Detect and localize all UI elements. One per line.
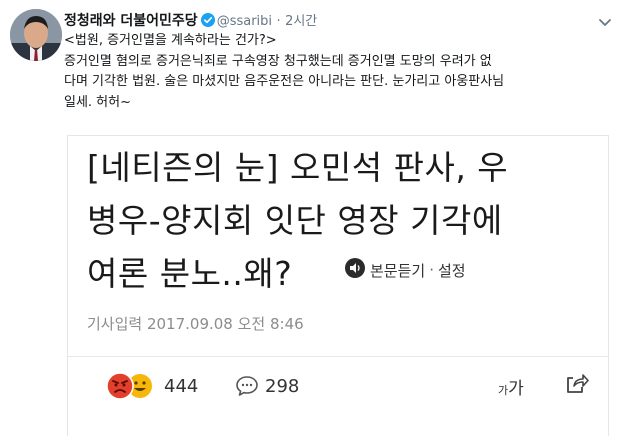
settings-button[interactable]: 설정 bbox=[438, 260, 466, 281]
separator-dot: · bbox=[276, 14, 281, 29]
font-size-button[interactable]: 가가 bbox=[498, 374, 524, 399]
author-name[interactable]: 정청래와 더불어민주당 bbox=[64, 13, 198, 29]
comment-bubble-icon bbox=[236, 376, 258, 396]
tweet-text-line: 증거인멸 혐의로 증거은닉죄로 구속영장 청구했는데 증거인멸 도망의 우려가 … bbox=[64, 53, 492, 69]
comment-button[interactable]: 298 bbox=[235, 369, 299, 403]
tweet-timestamp[interactable]: 2시간 bbox=[285, 14, 317, 29]
tweet-text-line: 다며 기각한 법원. 술은 마셨지만 음주운전은 아니라는 판단. 눈가리고 아… bbox=[64, 74, 505, 89]
tweet-header: 정청래와 더불어민주당 @ssaribi · 2시간 bbox=[64, 10, 594, 32]
tweet-text-line: 일세. 허허~ bbox=[64, 94, 131, 110]
tweet-text: <법원, 증거인멸을 계속하라는 건가?> 증거인멸 혐의로 증거은닉죄로 구속… bbox=[64, 31, 612, 113]
comment-count: 298 bbox=[265, 375, 300, 397]
reaction-count: 444 bbox=[164, 375, 199, 397]
tweet-menu-chevron-icon[interactable] bbox=[598, 13, 612, 32]
share-icon[interactable] bbox=[564, 370, 590, 400]
listen-button[interactable]: 본문듣기 bbox=[370, 260, 425, 281]
reaction-button[interactable]: 444 bbox=[102, 369, 198, 403]
avatar-photo bbox=[10, 9, 62, 61]
article-timestamp: 기사입력 2017.09.08 오전 8:46 bbox=[87, 315, 304, 333]
author-handle[interactable]: @ssaribi bbox=[217, 14, 272, 29]
headline-line: 여론 분노..왜? bbox=[87, 254, 293, 293]
tweet-text-line: <법원, 증거인멸을 계속하라는 건가?> bbox=[64, 33, 277, 48]
listen-separator: · bbox=[429, 261, 434, 279]
article-screenshot-card[interactable]: [네티즌의 눈] 오민석 판사, 우 병우-양지회 잇단 영장 기각에 여론 분… bbox=[67, 135, 609, 436]
author-avatar[interactable] bbox=[10, 9, 62, 61]
angry-happy-emoji-icon bbox=[106, 372, 152, 400]
headline-line: 병우-양지회 잇단 영장 기각에 bbox=[87, 201, 503, 240]
speaker-icon[interactable] bbox=[344, 257, 370, 283]
divider bbox=[68, 356, 608, 357]
headline-line: [네티즌의 눈] 오민석 판사, 우 bbox=[87, 148, 509, 187]
listen-controls: 본문듣기 · 설정 bbox=[344, 257, 466, 283]
font-size-large-label: 가 bbox=[508, 379, 524, 399]
font-size-small-label: 가 bbox=[498, 384, 509, 397]
article-headline: [네티즌의 눈] 오민석 판사, 우 병우-양지회 잇단 영장 기각에 여론 분… bbox=[87, 141, 597, 300]
